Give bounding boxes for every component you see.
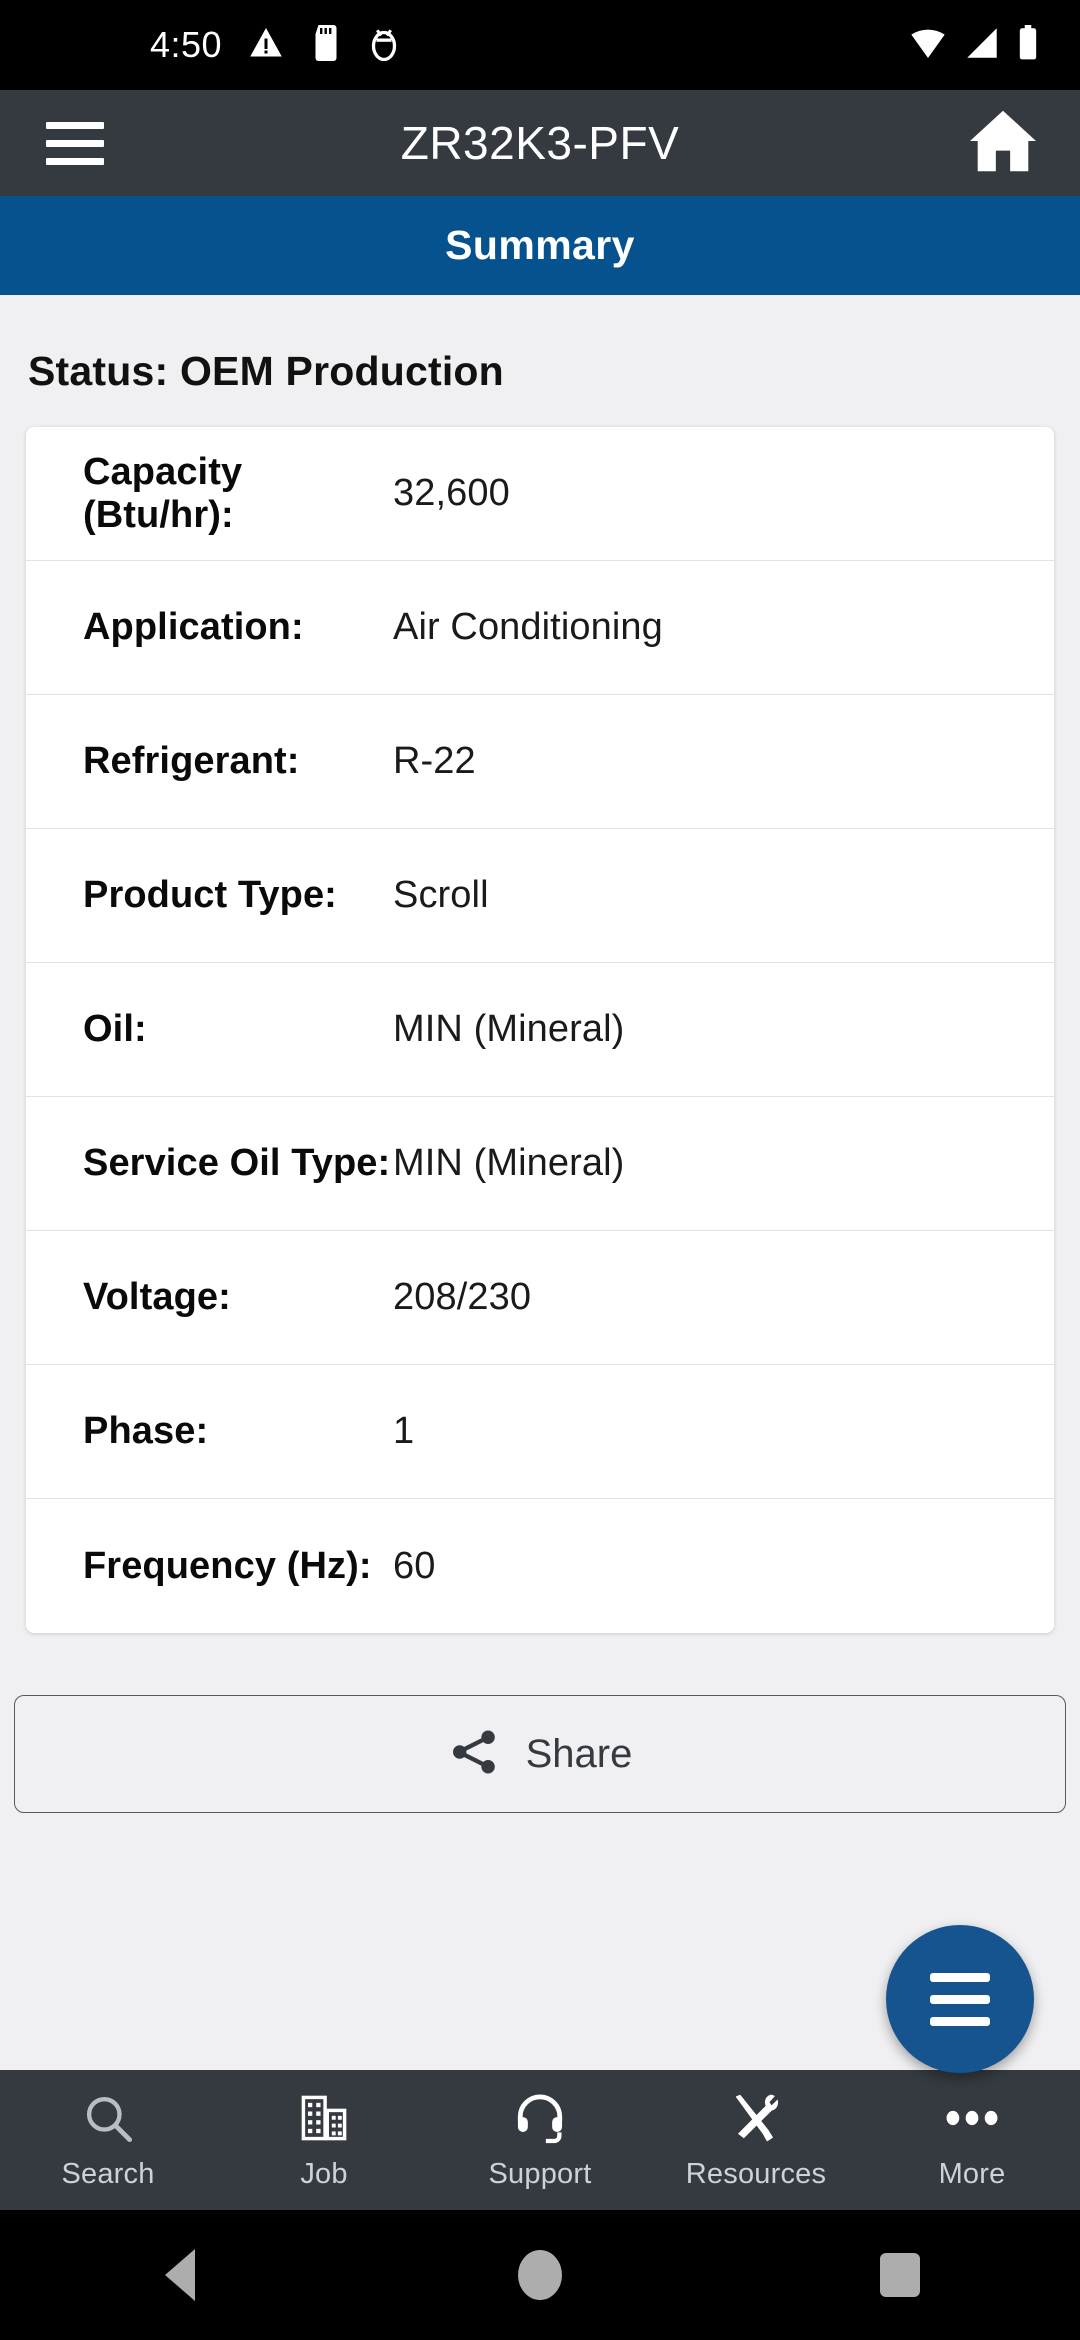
hamburger-line <box>46 157 104 165</box>
ellipsis-icon <box>944 2090 1000 2146</box>
app-bar: ZR32K3-PFV <box>0 90 1080 196</box>
spec-row-value: Air Conditioning <box>393 606 663 648</box>
recents-square-icon[interactable] <box>720 2253 1080 2297</box>
spec-row-value: MIN (Mineral) <box>393 1142 625 1184</box>
spec-row-label: Phase: <box>83 1410 209 1452</box>
tab-search[interactable]: Search <box>0 2090 216 2191</box>
tab-job[interactable]: Job <box>216 2090 432 2191</box>
status-bar-right-group <box>908 24 1040 66</box>
status-bar-left-group: 4:50 <box>150 24 400 66</box>
android-status-bar: 4:50 <box>0 0 1080 90</box>
share-button[interactable]: Share <box>14 1695 1066 1813</box>
spec-row: Phase: 1 <box>26 1365 1054 1499</box>
specification-card: Capacity (Btu/hr): 32,600 Application: Air … <box>26 427 1054 1633</box>
tab-support[interactable]: Support <box>432 2090 648 2191</box>
tab-more[interactable]: More <box>864 2090 1080 2191</box>
hamburger-menu-icon[interactable] <box>46 121 104 165</box>
share-icon <box>448 1726 500 1783</box>
spec-row: Oil: MIN (Mineral) <box>26 963 1054 1097</box>
hamburger-line <box>46 139 104 147</box>
spec-row-value: 32,600 <box>393 472 510 514</box>
spec-row-label: Product Type: <box>83 874 337 916</box>
tab-label: Search <box>61 2157 155 2190</box>
spec-row-label: Voltage: <box>83 1276 231 1318</box>
tools-icon <box>729 2090 783 2146</box>
spec-row-label: Refrigerant: <box>83 740 300 782</box>
spec-row: Frequency (Hz): 60 <box>26 1499 1054 1633</box>
spec-row-value: Scroll <box>393 874 489 916</box>
spec-row-value: MIN (Mineral) <box>393 1008 625 1050</box>
tab-label: More <box>938 2157 1006 2190</box>
spec-row-value: R-22 <box>393 740 476 782</box>
app-screen: 4:50 ZR32K3-PFV Summary Status: OEM Prod… <box>0 0 1080 2340</box>
spec-row: Product Type: Scroll <box>26 829 1054 963</box>
section-header: Summary <box>0 196 1080 295</box>
hamburger-line <box>46 121 104 129</box>
spec-row: Capacity (Btu/hr): 32,600 <box>26 427 1054 561</box>
cell-signal-icon <box>964 26 1000 65</box>
spec-row: Refrigerant: R-22 <box>26 695 1054 829</box>
spec-row: Service Oil Type: MIN (Mineral) <box>26 1097 1054 1231</box>
content-scroll-area[interactable]: Status: OEM Production Capacity (Btu/hr)… <box>0 295 1080 2070</box>
menu-lines-icon <box>930 1972 990 1982</box>
share-button-label: Share <box>525 1731 633 1776</box>
building-icon <box>298 2090 350 2146</box>
home-circle-icon[interactable] <box>360 2250 720 2300</box>
section-title: Summary <box>445 222 635 268</box>
back-triangle-icon[interactable] <box>0 2249 360 2301</box>
spec-row: Application: Air Conditioning <box>26 561 1054 695</box>
floating-menu-button[interactable] <box>886 1925 1034 2073</box>
spec-row-label: Service Oil Type: <box>83 1142 391 1184</box>
spec-row-label: Frequency (Hz): <box>83 1544 372 1587</box>
spec-row-value: 60 <box>393 1544 436 1587</box>
page-title: ZR32K3-PFV <box>400 117 680 169</box>
android-nav-bar <box>0 2210 1080 2340</box>
bottom-tab-bar: Search Job Support Resources More <box>0 2070 1080 2210</box>
tab-label: Support <box>488 2157 592 2190</box>
tab-resources[interactable]: Resources <box>648 2090 864 2191</box>
spec-row-label: Oil: <box>83 1008 147 1050</box>
warning-triangle-icon <box>248 25 284 66</box>
search-icon <box>82 2090 134 2146</box>
tab-label: Resources <box>685 2157 827 2190</box>
spec-row-value: 1 <box>393 1410 415 1452</box>
home-icon[interactable] <box>966 108 1040 179</box>
menu-lines-icon <box>930 2016 990 2026</box>
status-bar-clock: 4:50 <box>150 24 223 65</box>
battery-icon <box>1016 24 1040 66</box>
menu-lines-icon <box>930 1994 990 2004</box>
status-text: Status: OEM Production <box>28 348 504 394</box>
spec-row-label: Application: <box>83 606 304 648</box>
wifi-icon <box>908 26 948 65</box>
tab-label: Job <box>300 2157 348 2190</box>
usb-debug-icon <box>368 25 400 66</box>
spec-row-value: 208/230 <box>393 1276 532 1318</box>
spec-row-label: Capacity (Btu/hr): <box>83 450 243 536</box>
spec-row: Voltage: 208/230 <box>26 1231 1054 1365</box>
headset-icon <box>513 2090 567 2146</box>
sd-card-icon <box>310 24 342 66</box>
